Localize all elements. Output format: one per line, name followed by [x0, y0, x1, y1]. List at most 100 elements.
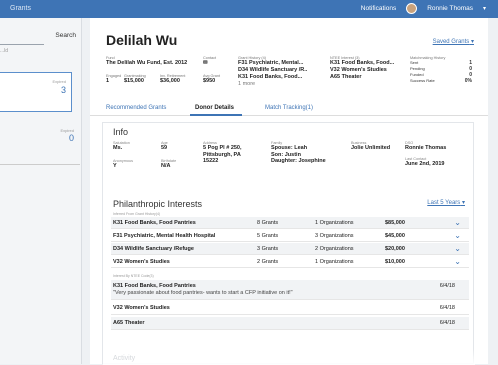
interest-name: F31 Psychiatric, Mental Health Hospital: [113, 233, 216, 239]
ntee-note: "Very passionate about food pantries- wa…: [113, 290, 293, 296]
card-count: 0: [68, 133, 74, 143]
field-value: Y: [113, 163, 117, 169]
field-value: Daughter: Josephine: [271, 158, 326, 164]
interest-grants: 2 Grants: [257, 259, 279, 265]
interest-amount: $10,000: [385, 259, 405, 265]
search-input[interactable]: ...ld: [0, 48, 8, 54]
interest-row[interactable]: D34 Wildlife Sanctuary /Refuge 3 Grants …: [111, 243, 469, 255]
engaged-value: 1: [106, 78, 110, 84]
card-status: Expired: [52, 79, 66, 84]
search-area: ...ld Search: [0, 32, 80, 54]
anonymous-field: Anonymous Y: [113, 159, 133, 170]
ntee-name: V32 Women's Studies: [113, 305, 170, 311]
grant-history-item: K31 Food Banks, Food...: [238, 74, 303, 80]
interest-row[interactable]: V32 Women's Studies 2 Grants 1 Organizat…: [111, 256, 469, 268]
main-panel: Delilah Wu Saved Grants ▾ Fund The Delil…: [90, 18, 488, 365]
ntee-date: 6/4/18: [439, 320, 455, 326]
grantmaking-value: $15,000: [124, 78, 144, 84]
ntee-row: K31 Food Banks, Food Pantries "Very pass…: [111, 280, 469, 300]
top-bar: Grants Notifications Ronnie Thomas ▾: [0, 0, 498, 18]
interest-amount: $20,000: [385, 246, 405, 252]
chevron-down-icon[interactable]: ⌄: [454, 244, 461, 253]
grant-history-item: D34 Wildlife Sanctuary /R..: [238, 67, 308, 73]
field-value: 15222: [203, 158, 219, 164]
inv-field: Inv. Retirement $36,000: [160, 74, 185, 85]
field-value: Jolie Unlimited: [351, 145, 391, 151]
chevron-down-icon[interactable]: ⌄: [454, 218, 461, 227]
list-card[interactable]: Expired 0: [0, 124, 80, 165]
interest-orgs: 1 Organizations: [315, 259, 354, 265]
interest-grants: 8 Grants: [257, 220, 279, 226]
last-5-years-filter[interactable]: Last 5 Years ▾: [427, 199, 465, 206]
interest-row[interactable]: F31 Psychiatric, Mental Health Hospital …: [111, 230, 469, 242]
ntee-field: NTEE Interest (3) K31 Food Banks, Food..…: [330, 56, 410, 81]
divider: [0, 164, 80, 165]
fund-value: The Delilah Wu Fund, Est. 2012: [106, 60, 188, 66]
grant-history-more[interactable]: 1 more: [238, 81, 328, 88]
grant-history-item: F31 Psychiatric, Mental...: [238, 60, 304, 66]
ntee-name: A65 Theater: [113, 320, 145, 326]
tab-recommended-grants[interactable]: Recommended Grants: [106, 105, 166, 111]
family-field: Family Spouse: Leah Son: Justin Daughter: J…: [271, 141, 326, 165]
age-field: Age 59: [161, 141, 168, 152]
interest-name: K31 Food Banks, Food Pantries: [113, 220, 196, 226]
scroll-fade: [103, 349, 475, 365]
inv-value: $36,000: [160, 78, 180, 84]
matchmaking-row: Success Rate 0%: [410, 78, 472, 84]
list-card-selected[interactable]: Expired 3: [0, 72, 72, 112]
birthdate-field: Birthdate N/A: [161, 159, 176, 170]
interest-name: D34 Wildlife Sanctuary /Refuge: [113, 246, 194, 252]
left-pane: ...ld Search Expired 3 Expired 0: [0, 18, 82, 364]
search-button[interactable]: Search: [55, 32, 76, 39]
interest-grants: 3 Grants: [257, 246, 279, 252]
ntee-row: A65 Theater 6/4/18: [111, 317, 469, 330]
notifications-link[interactable]: Notifications: [361, 5, 396, 12]
ntee-item: V32 Women's Studies: [330, 67, 387, 73]
ntee-date: 6/4/18: [439, 305, 455, 311]
tab-bar: Recommended Grants Donor Details Match T…: [90, 102, 488, 116]
row-value: 0%: [464, 78, 472, 84]
interest-amount: $85,000: [385, 220, 405, 226]
interest-row[interactable]: K31 Food Banks, Food Pantries 8 Grants 1…: [111, 217, 469, 229]
mail-icon[interactable]: ✉: [203, 60, 216, 67]
row-label: Success Rate: [410, 78, 435, 83]
inferred-label: Inferred From Grant History(4): [113, 212, 161, 216]
chevron-down-icon[interactable]: ▾: [483, 5, 486, 12]
chevron-down-icon[interactable]: ⌄: [454, 257, 461, 266]
field-value: 59: [161, 145, 168, 151]
avg-grant-field: Avg Grant $950: [203, 74, 220, 85]
chevron-down-icon[interactable]: ⌄: [454, 231, 461, 240]
interest-amount: $45,000: [385, 233, 405, 239]
business-field: Business Jolie Unlimited: [351, 141, 390, 152]
interest-orgs: 2 Organizations: [315, 246, 354, 252]
nav-grants[interactable]: Grants: [10, 5, 31, 12]
user-name[interactable]: Ronnie Thomas: [427, 5, 473, 12]
saved-grants-link[interactable]: Saved Grants ▾: [433, 38, 474, 45]
donor-details-panel: Info Salutation Ms. Age 59 Address 5 Pog Pl…: [102, 122, 475, 365]
donor-name: Delilah Wu: [106, 32, 178, 48]
tab-match-tracking[interactable]: Match Tracking(1): [265, 105, 313, 111]
ntee-row: V32 Women's Studies 6/4/18: [111, 302, 469, 315]
activity-title-faded: Activity: [113, 355, 136, 362]
grant-history-field: Grant History (4) F31 Psychiatric, Menta…: [238, 56, 328, 88]
last-contact-field: Last Contact June 2nd, 2019: [405, 157, 444, 168]
interest-name: V32 Women's Studies: [113, 259, 170, 265]
last-5-years-label: Last 5 Years: [427, 200, 461, 206]
field-value: N/A: [161, 163, 171, 169]
matchmaking-history: Matchmaking History Sent 1 Pending 0 Funde…: [410, 56, 472, 84]
ntee-item: A65 Theater: [330, 74, 362, 80]
tab-donor-details[interactable]: Donor Details: [195, 105, 234, 111]
top-right: Notifications Ronnie Thomas ▾: [361, 3, 486, 14]
interest-orgs: 3 Organizations: [315, 233, 354, 239]
avg-grant-value: $950: [203, 78, 216, 84]
interest-orgs: 1 Organizations: [315, 220, 354, 226]
engaged-field: Engaged 1: [106, 74, 121, 85]
ntee-date: 6/4/18: [439, 283, 455, 289]
field-value: Ms.: [113, 145, 123, 151]
fund-field: Fund The Delilah Wu Fund, Est. 2012: [106, 56, 187, 67]
chevron-down-icon: ▾: [461, 200, 465, 206]
grantmaking-field: Grantmaking $15,000: [124, 74, 146, 85]
avatar[interactable]: [406, 3, 418, 14]
top-nav: Grants: [10, 5, 49, 12]
field-value: 5 Pog Pl # 250,: [203, 145, 242, 151]
